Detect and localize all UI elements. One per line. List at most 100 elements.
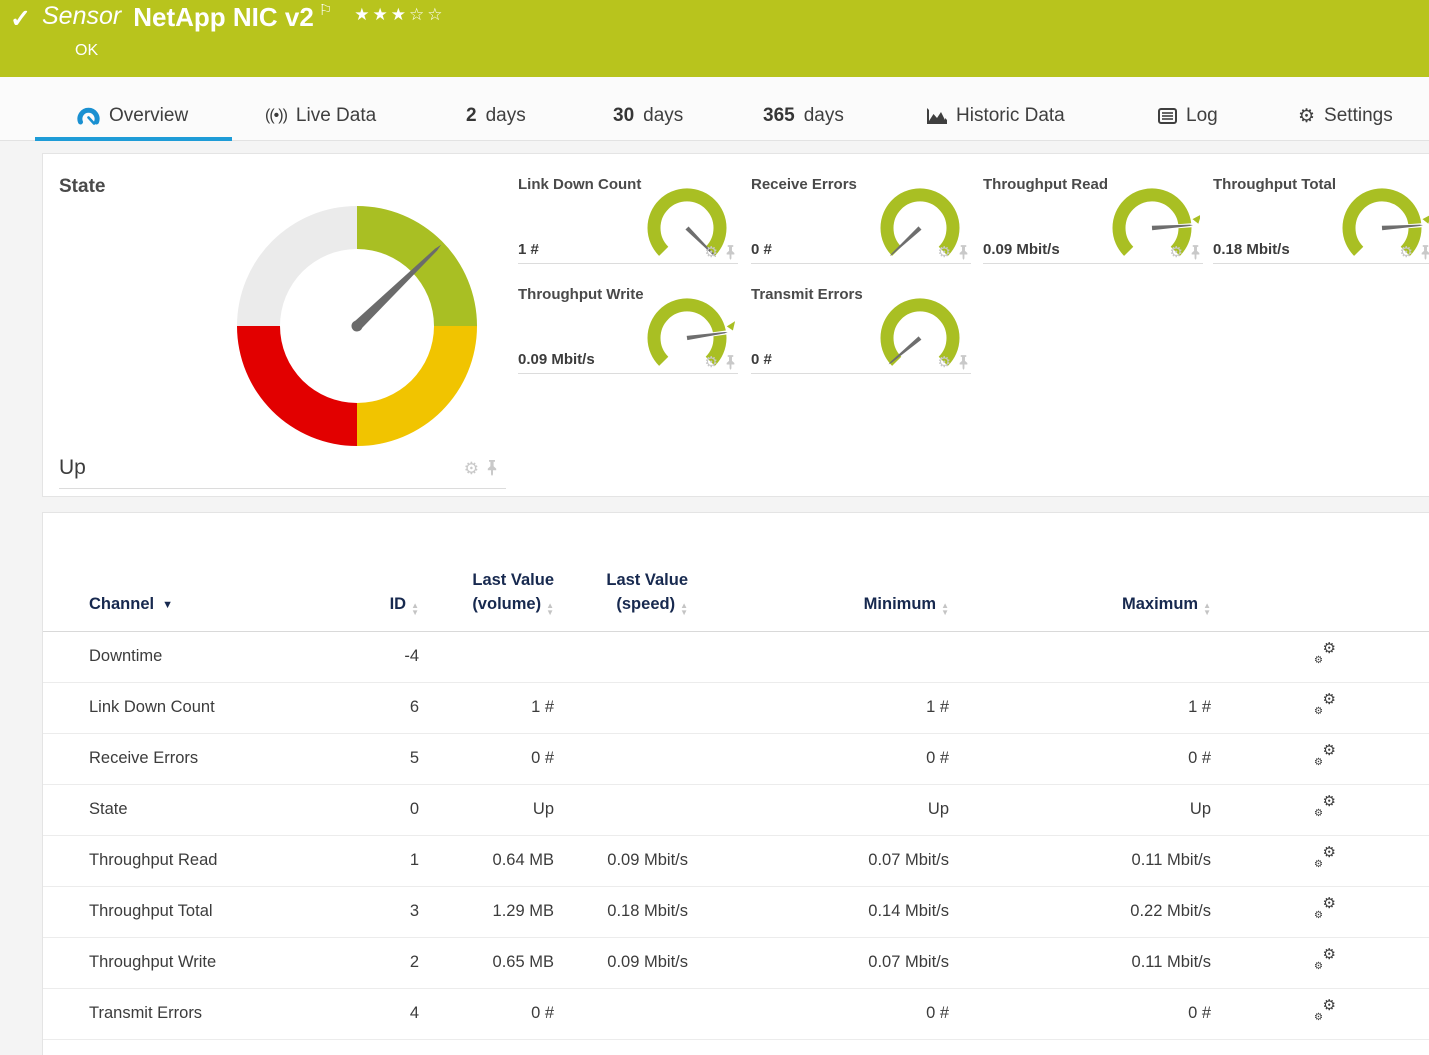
pin-icon[interactable] — [1190, 245, 1201, 260]
channel-table-row[interactable]: Transmit Errors 4 0 # 0 # 0 # ⚙⚙ — [43, 989, 1429, 1040]
edit-channel-gears-icon[interactable]: ⚙⚙ — [1313, 745, 1337, 767]
tab-overview[interactable]: Overview — [35, 92, 232, 140]
gauge-icon — [77, 106, 100, 127]
column-header-maximum[interactable]: Maximum▲▼ — [949, 593, 1211, 617]
channel-table-row[interactable]: State 0 Up Up Up ⚙⚙ — [43, 785, 1429, 836]
tab-label: Log — [1186, 105, 1218, 127]
column-header-last-value-volume[interactable]: Last Value (volume)▲▼ — [419, 569, 554, 617]
cell-id: 0 — [373, 800, 419, 819]
gauge-tile[interactable]: Receive Errors 0 # ⚙ — [751, 176, 971, 264]
gauge-tile[interactable]: Throughput Read 0.09 Mbit/s ⚙ — [983, 176, 1203, 264]
cell-maximum: 0 # — [949, 1004, 1211, 1023]
gear-icon[interactable]: ⚙ — [1170, 245, 1183, 260]
tab-30-days[interactable]: 30 days — [613, 92, 683, 140]
cell-minimum: 0.14 Mbit/s — [688, 902, 949, 921]
gauge-tile[interactable]: Transmit Errors 0 # ⚙ — [751, 286, 971, 374]
cell-id: 6 — [373, 698, 419, 717]
sort-icons: ▲▼ — [1203, 602, 1211, 616]
tab-unit: days — [643, 105, 683, 127]
tab-label: Historic Data — [956, 105, 1065, 127]
gauge-tile[interactable]: Throughput Total 0.18 Mbit/s ⚙ — [1213, 176, 1429, 264]
cell-minimum: 0.07 Mbit/s — [688, 953, 949, 972]
sort-icons: ▲▼ — [546, 602, 554, 616]
column-header-channel[interactable]: Channel▼ — [89, 593, 373, 617]
tab-unit: days — [804, 105, 844, 127]
pin-icon[interactable] — [1420, 245, 1429, 260]
gauge-value: 0 # — [751, 241, 772, 258]
channels-panel: Channel▼ ID▲▼ Last Value (volume)▲▼ Last… — [42, 512, 1429, 1055]
cell-maximum: Up — [949, 800, 1211, 819]
sensor-banner: ✓ Sensor NetApp NIC v2 ⚐ ★★★☆☆ OK — [0, 0, 1429, 77]
cell-channel: Throughput Total — [89, 902, 373, 921]
pin-icon[interactable] — [725, 245, 736, 260]
cell-channel: State — [89, 800, 373, 819]
tab-log[interactable]: Log — [1158, 92, 1218, 140]
cell-channel: Link Down Count — [89, 698, 373, 717]
cell-last-value-volume: 1.29 MB — [419, 902, 554, 921]
priority-flag-icon[interactable]: ⚐ — [319, 1, 332, 19]
gear-icon[interactable]: ⚙ — [464, 460, 479, 477]
pin-icon[interactable] — [958, 245, 969, 260]
cell-last-value-volume: 0.64 MB — [419, 851, 554, 870]
edit-channel-gears-icon[interactable]: ⚙⚙ — [1313, 643, 1337, 665]
priority-stars[interactable]: ★★★☆☆ — [354, 5, 445, 25]
gauge-tile[interactable]: Link Down Count 1 # ⚙ — [518, 176, 738, 264]
status-check-icon: ✓ — [10, 4, 31, 34]
cell-last-value-volume: 0 # — [419, 1004, 554, 1023]
state-value: Up — [59, 456, 86, 480]
sort-down-icon: ▼ — [162, 599, 173, 611]
cell-id: 2 — [373, 953, 419, 972]
tab-365-days[interactable]: 365 days — [763, 92, 844, 140]
channel-table-row[interactable]: Downtime -4 ⚙⚙ — [43, 632, 1429, 683]
channel-table-row[interactable]: Link Down Count 6 1 # 1 # 1 # ⚙⚙ — [43, 683, 1429, 734]
sensor-title: NetApp NIC v2 — [133, 2, 314, 33]
column-header-minimum[interactable]: Minimum▲▼ — [688, 593, 949, 617]
tab-bar: Overview ((•)) Live Data 2 days 30 days … — [0, 77, 1429, 141]
edit-channel-gears-icon[interactable]: ⚙⚙ — [1313, 898, 1337, 920]
tab-number: 2 — [466, 105, 477, 127]
area-chart-icon — [925, 107, 947, 125]
channel-table-row[interactable]: Receive Errors 5 0 # 0 # 0 # ⚙⚙ — [43, 734, 1429, 785]
edit-channel-gears-icon[interactable]: ⚙⚙ — [1313, 694, 1337, 716]
pin-icon[interactable] — [486, 460, 498, 476]
column-header-id[interactable]: ID▲▼ — [373, 593, 419, 617]
cell-minimum: 0 # — [688, 1004, 949, 1023]
state-gauge-tile[interactable]: State Up ⚙ — [59, 176, 506, 489]
tab-label: Live Data — [296, 105, 376, 127]
gear-icon: ⚙ — [1298, 107, 1315, 126]
cell-last-value-volume: Up — [419, 800, 554, 819]
log-list-icon — [1158, 108, 1177, 124]
cell-id: -4 — [373, 647, 419, 666]
cell-id: 1 — [373, 851, 419, 870]
sort-icons: ▲▼ — [941, 602, 949, 616]
cell-last-value-speed: 0.09 Mbit/s — [554, 851, 688, 870]
tab-2-days[interactable]: 2 days — [466, 92, 526, 140]
edit-channel-gears-icon[interactable]: ⚙⚙ — [1313, 949, 1337, 971]
gear-icon[interactable]: ⚙ — [938, 245, 951, 260]
edit-channel-gears-icon[interactable]: ⚙⚙ — [1313, 847, 1337, 869]
tab-number: 30 — [613, 105, 634, 127]
tab-unit: days — [486, 105, 526, 127]
edit-channel-gears-icon[interactable]: ⚙⚙ — [1313, 796, 1337, 818]
channel-table-row[interactable]: Throughput Write 2 0.65 MB 0.09 Mbit/s 0… — [43, 938, 1429, 989]
pin-icon[interactable] — [958, 355, 969, 370]
gear-icon[interactable]: ⚙ — [1400, 245, 1413, 260]
gauge-tile[interactable]: Throughput Write 0.09 Mbit/s ⚙ — [518, 286, 738, 374]
channel-table-row[interactable]: Throughput Total 3 1.29 MB 0.18 Mbit/s 0… — [43, 887, 1429, 938]
gear-icon[interactable]: ⚙ — [938, 355, 951, 370]
tab-settings[interactable]: ⚙ Settings — [1298, 92, 1393, 140]
state-title: State — [59, 176, 506, 198]
gear-icon[interactable]: ⚙ — [705, 355, 718, 370]
state-gauge-chart — [231, 200, 483, 452]
gear-icon[interactable]: ⚙ — [705, 245, 718, 260]
edit-channel-gears-icon[interactable]: ⚙⚙ — [1313, 1000, 1337, 1022]
column-header-last-value-speed[interactable]: Last Value (speed)▲▼ — [554, 569, 688, 617]
tab-live-data[interactable]: ((•)) Live Data — [265, 92, 376, 140]
channel-table-row[interactable]: Throughput Read 1 0.64 MB 0.09 Mbit/s 0.… — [43, 836, 1429, 887]
gauge-value: 0.09 Mbit/s — [518, 351, 595, 368]
object-kind-label: Sensor — [42, 2, 121, 31]
cell-minimum: 0.07 Mbit/s — [688, 851, 949, 870]
tab-historic-data[interactable]: Historic Data — [925, 92, 1065, 140]
pin-icon[interactable] — [725, 355, 736, 370]
cell-last-value-volume: 1 # — [419, 698, 554, 717]
